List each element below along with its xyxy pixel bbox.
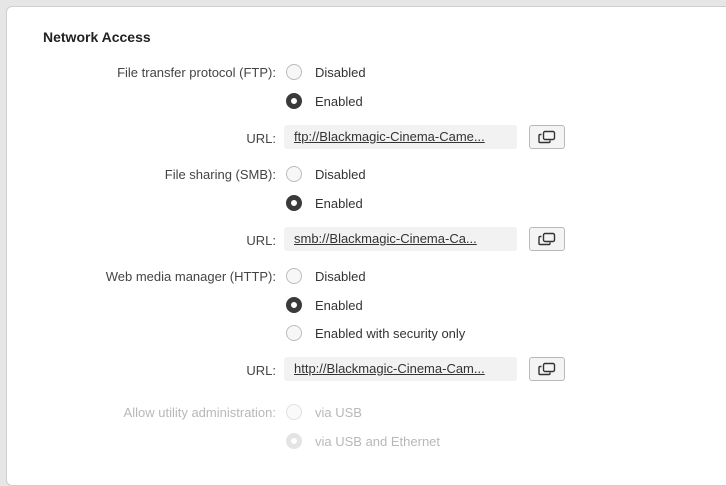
ftp-disabled-label: Disabled xyxy=(315,64,366,80)
http-enabled-radio[interactable]: Enabled xyxy=(286,297,363,313)
copy-icon xyxy=(538,130,556,144)
smb-label: File sharing (SMB): xyxy=(164,167,276,182)
radio-circle-icon xyxy=(286,64,302,80)
ftp-enabled-radio[interactable]: Enabled xyxy=(286,93,363,109)
radio-circle-icon xyxy=(286,404,302,420)
http-url-label: URL: xyxy=(246,363,276,378)
http-enabled-security-radio[interactable]: Enabled with security only xyxy=(286,325,465,341)
http-copy-button[interactable] xyxy=(529,357,565,381)
ftp-enabled-label: Enabled xyxy=(315,93,363,109)
radio-circle-icon xyxy=(286,268,302,284)
ftp-copy-button[interactable] xyxy=(529,125,565,149)
radio-circle-icon xyxy=(286,325,302,341)
smb-url-label: URL: xyxy=(246,233,276,248)
utility-usb-label: via USB xyxy=(315,404,362,420)
network-access-panel: Network Access File transfer protocol (F… xyxy=(6,6,726,486)
http-enabled-label: Enabled xyxy=(315,297,363,313)
smb-copy-button[interactable] xyxy=(529,227,565,251)
radio-circle-icon xyxy=(286,166,302,182)
http-enabled-security-label: Enabled with security only xyxy=(315,325,466,341)
section-title: Network Access xyxy=(43,29,151,45)
http-disabled-label: Disabled xyxy=(315,268,366,284)
ftp-url-link[interactable]: ftp://Blackmagic-Cinema-Came... xyxy=(284,125,517,149)
http-disabled-radio[interactable]: Disabled xyxy=(286,268,366,284)
utility-usb-ethernet-radio: via USB and Ethernet xyxy=(286,433,440,449)
smb-enabled-label: Enabled xyxy=(315,195,363,211)
copy-icon xyxy=(538,362,556,376)
utility-admin-label: Allow utility administration: xyxy=(123,405,276,420)
utility-usb-ethernet-label: via USB and Ethernet xyxy=(315,433,441,449)
radio-selected-icon xyxy=(286,93,302,109)
utility-usb-radio: via USB xyxy=(286,404,362,420)
radio-selected-icon xyxy=(286,297,302,313)
copy-icon xyxy=(538,232,556,246)
smb-url-link[interactable]: smb://Blackmagic-Cinema-Ca... xyxy=(284,227,517,251)
radio-selected-icon xyxy=(286,433,302,449)
http-label: Web media manager (HTTP): xyxy=(105,269,276,284)
smb-enabled-radio[interactable]: Enabled xyxy=(286,195,363,211)
ftp-label: File transfer protocol (FTP): xyxy=(117,65,276,80)
ftp-url-label: URL: xyxy=(246,131,276,146)
http-url-link[interactable]: http://Blackmagic-Cinema-Cam... xyxy=(284,357,517,381)
radio-selected-icon xyxy=(286,195,302,211)
smb-disabled-radio[interactable]: Disabled xyxy=(286,166,366,182)
ftp-disabled-radio[interactable]: Disabled xyxy=(286,64,366,80)
smb-disabled-label: Disabled xyxy=(315,166,366,182)
